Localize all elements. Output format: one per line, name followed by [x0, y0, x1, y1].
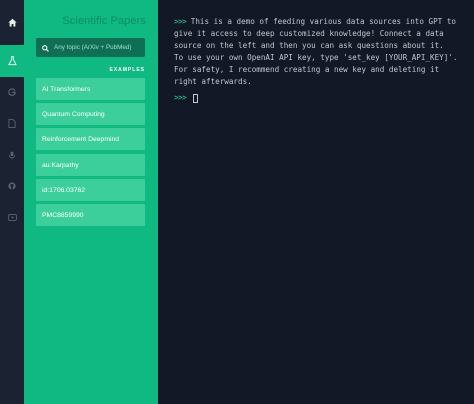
prompt-symbol: >>>: [174, 17, 187, 26]
microphone-icon: [8, 151, 16, 160]
panel-title: Scientific Papers: [62, 15, 146, 27]
example-button[interactable]: Quantum Computing: [36, 103, 145, 125]
youtube-icon: [7, 213, 17, 221]
rail-item-github[interactable]: [0, 170, 24, 202]
github-icon: [8, 182, 16, 190]
document-icon: [8, 118, 16, 128]
rail-item-youtube[interactable]: [0, 201, 24, 233]
example-button[interactable]: Reinforcement Deepmind: [36, 128, 145, 150]
rail-item-google[interactable]: [0, 76, 24, 108]
rail-item-document[interactable]: [0, 107, 24, 139]
terminal-input-line[interactable]: >>>: [174, 92, 460, 104]
data-source-panel: Scientific Papers EXAMPLES AI Transforme…: [24, 0, 158, 404]
search-icon: [42, 39, 49, 57]
rail-item-home[interactable]: [0, 6, 24, 38]
api-key-note: To use your own OpenAI API key, type 'se…: [174, 53, 463, 86]
example-button[interactable]: id:1706.03762: [36, 179, 145, 201]
examples-label: EXAMPLES: [109, 67, 145, 73]
search-input[interactable]: [54, 44, 142, 51]
search-box[interactable]: [36, 38, 145, 57]
example-button[interactable]: PMC8859990: [36, 204, 145, 226]
intro-text: This is a demo of feeding various data s…: [174, 17, 461, 50]
example-button[interactable]: AI Transformers: [36, 78, 145, 100]
flask-icon: [7, 56, 17, 66]
example-button[interactable]: au:Karpathy: [36, 154, 145, 176]
home-icon: [7, 18, 17, 27]
terminal-cursor: [193, 93, 199, 103]
prompt-symbol: >>>: [174, 93, 187, 102]
rail-item-papers[interactable]: [0, 45, 24, 77]
rail-item-audio[interactable]: [0, 139, 24, 171]
icon-rail: [0, 0, 24, 404]
google-icon: [8, 88, 16, 96]
terminal-intro: >>> This is a demo of feeding various da…: [174, 16, 460, 52]
terminal[interactable]: >>> This is a demo of feeding various da…: [158, 0, 474, 404]
